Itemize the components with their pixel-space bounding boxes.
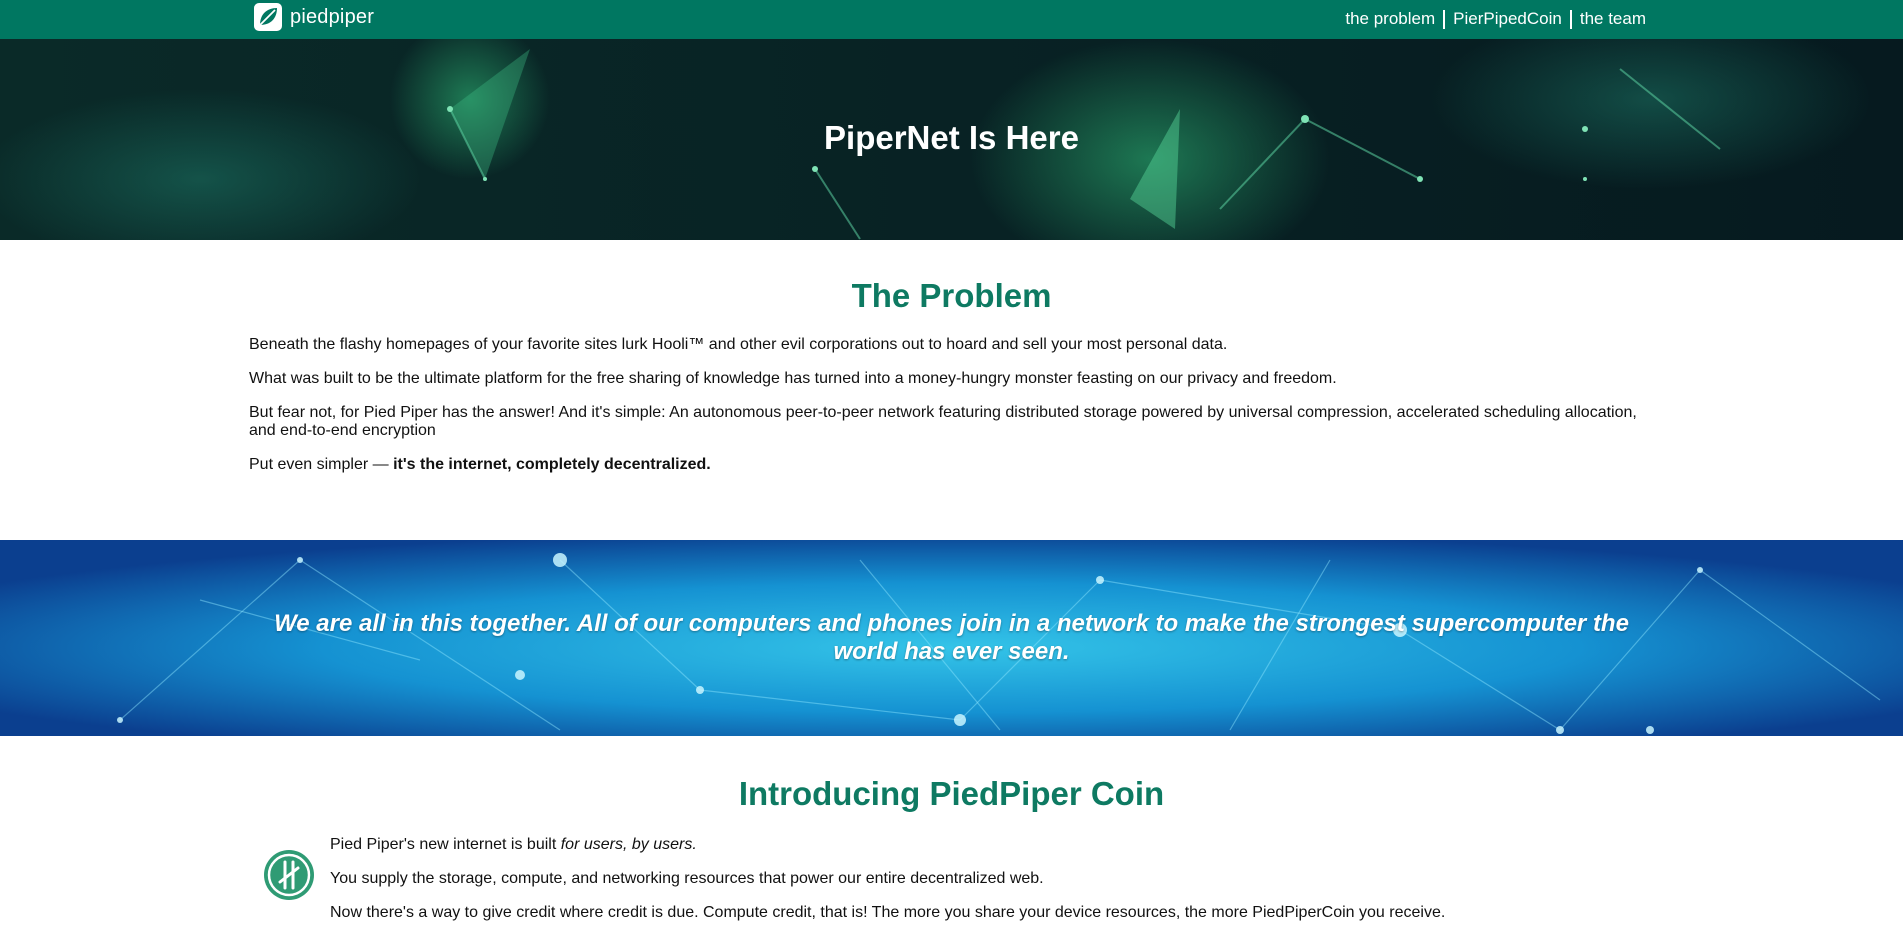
problem-paragraph-4: Put even simpler — it's the internet, co… [249,456,1649,474]
coin-heading: Introducing PiedPiper Coin [738,775,1165,812]
top-navbar: piedpiper the problem PierPipedCoin the … [0,0,1903,39]
hero-title: PiperNet Is Here [824,119,1079,156]
problem-heading: The Problem [851,277,1052,314]
piedpiper-leaf-logo-icon [254,3,282,31]
coin-paragraph-3: Now there's a way to give credit where c… [330,904,1446,921]
band-quote-text: We are all in this together. All of our … [274,610,1629,665]
hero-banner: PiperNet Is Here [0,39,1903,240]
coin-p1-italic: for users, by users. [560,836,697,853]
coin-p1-prefix: Pied Piper's new internet is built [330,836,561,853]
nav-divider [1569,9,1572,29]
problem-paragraph-2: What was built to be the ultimate platfo… [249,370,1337,387]
problem-paragraph-1: Beneath the flashy homepages of your fav… [249,336,1228,353]
nav-link-pierpipedcoin[interactable]: PierPipedCoin [1453,9,1562,29]
simpler-prefix: Put even simpler — [249,456,394,473]
problem-paragraph-3: But fear not, for Pied Piper has the ans… [249,404,1637,439]
simpler-bold: it's the internet, completely decentrali… [393,456,711,473]
brand-name: piedpiper [290,5,375,28]
brand-link[interactable]: piedpiper [253,2,374,32]
nav-links: the problem PierPipedCoin the team [1345,9,1646,29]
coin-paragraph-2: You supply the storage, compute, and net… [330,870,1044,887]
nav-link-the-team[interactable]: the team [1580,9,1646,29]
piedpiper-coin-icon [264,850,314,900]
nav-link-the-problem[interactable]: the problem [1345,9,1435,29]
nav-divider [1443,9,1446,29]
coin-paragraph-1: Pied Piper's new internet is built for u… [330,836,1630,854]
